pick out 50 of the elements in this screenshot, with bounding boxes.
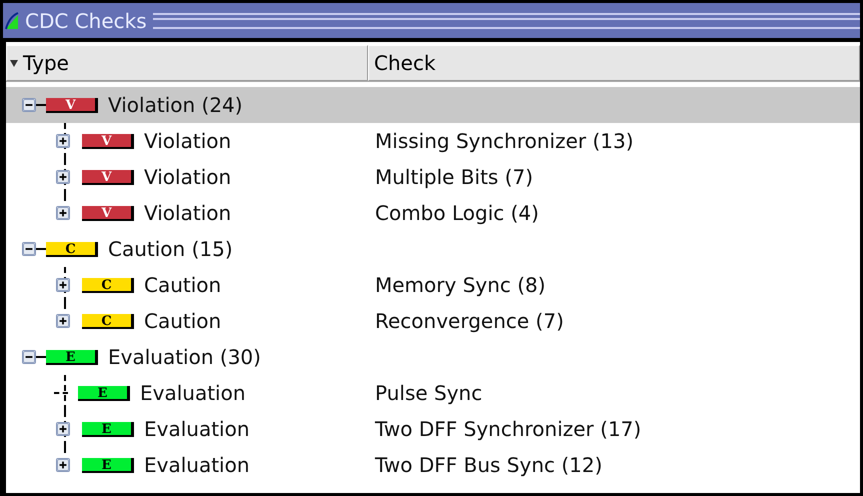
check-cell: Missing Synchronizer (13)	[375, 129, 634, 153]
severity-badge: V	[46, 98, 98, 112]
severity-badge: V	[82, 170, 134, 184]
collapse-icon[interactable]	[22, 98, 36, 112]
check-cell: Pulse Sync	[375, 381, 482, 405]
expand-icon[interactable]	[56, 422, 70, 436]
tree-row[interactable]: V Violation (24)	[6, 87, 860, 123]
type-cell: Violation	[144, 165, 232, 189]
expand-icon[interactable]	[56, 314, 70, 328]
severity-badge: V	[82, 134, 134, 148]
severity-badge: C	[46, 242, 98, 256]
type-cell: Violation	[144, 129, 232, 153]
group-label: Violation (24)	[108, 93, 243, 117]
severity-badge: C	[82, 314, 134, 328]
column-title: Type	[23, 51, 69, 75]
type-cell: Violation	[144, 201, 232, 225]
expand-icon[interactable]	[56, 278, 70, 292]
severity-badge: C	[82, 278, 134, 292]
check-cell: Two DFF Bus Sync (12)	[375, 453, 602, 477]
type-cell: Caution	[144, 309, 222, 333]
group-label: Evaluation (30)	[108, 345, 261, 369]
severity-badge: E	[82, 458, 134, 472]
tree-row[interactable]: C Caution (15)	[6, 231, 860, 267]
expand-icon[interactable]	[56, 134, 70, 148]
sort-icon[interactable]	[9, 58, 19, 68]
collapse-icon[interactable]	[22, 350, 36, 364]
group-label: Caution (15)	[108, 237, 233, 261]
expand-icon[interactable]	[56, 206, 70, 220]
type-cell: Evaluation	[140, 381, 246, 405]
severity-badge: E	[46, 350, 98, 364]
window-title: CDC Checks	[25, 8, 147, 32]
check-cell: Reconvergence (7)	[375, 309, 564, 333]
expand-icon[interactable]	[56, 458, 70, 472]
type-cell: Evaluation	[144, 417, 250, 441]
check-cell: Memory Sync (8)	[375, 273, 546, 297]
check-cell: Multiple Bits (7)	[375, 165, 534, 189]
app-icon	[5, 12, 19, 30]
tree-row[interactable]: E Evaluation (30)	[6, 339, 860, 375]
check-cell: Combo Logic (4)	[375, 201, 539, 225]
expand-icon[interactable]	[56, 170, 70, 184]
type-cell: Caution	[144, 273, 222, 297]
column-header[interactable]: Check	[368, 45, 860, 81]
type-cell: Evaluation	[144, 453, 250, 477]
severity-badge: V	[82, 206, 134, 220]
severity-badge: E	[82, 422, 134, 436]
collapse-icon[interactable]	[22, 242, 36, 256]
column-header[interactable]: Type	[6, 45, 368, 81]
title-grip[interactable]	[152, 12, 860, 28]
severity-badge: E	[78, 386, 130, 400]
check-cell: Two DFF Synchronizer (17)	[375, 417, 642, 441]
